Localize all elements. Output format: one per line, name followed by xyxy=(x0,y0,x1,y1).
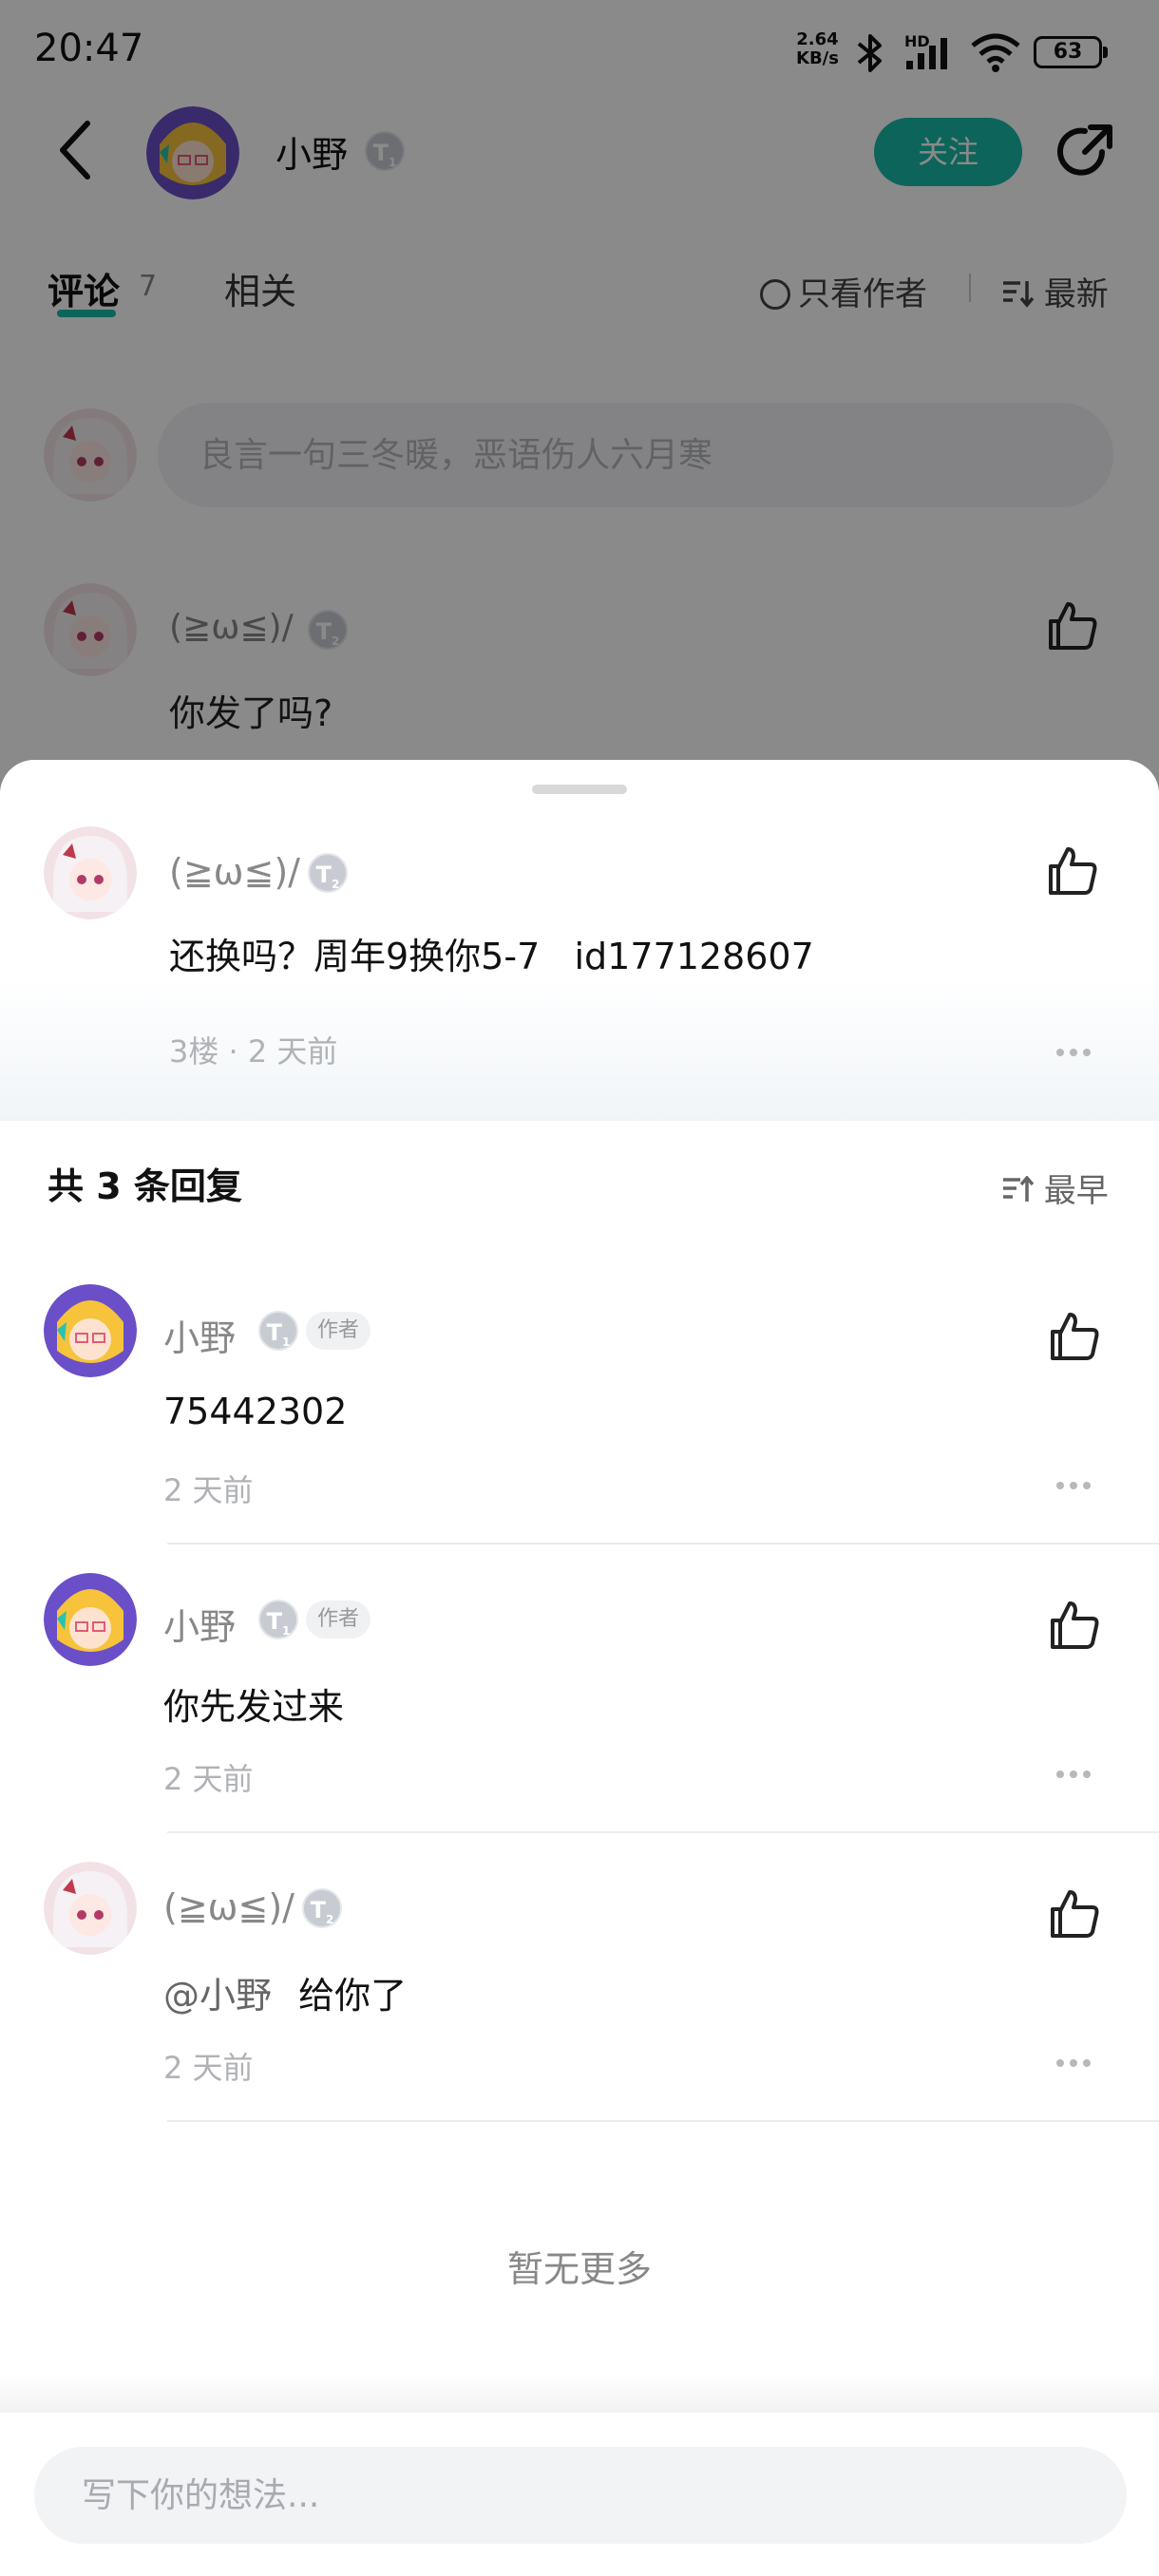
reply-text-row: @小野 给你了 xyxy=(163,1966,407,2018)
reply-count-title: 共 3 条回复 xyxy=(48,1165,242,1207)
main-comment-text: 还换吗？周年9换你5-7 id177128607 xyxy=(169,936,814,977)
reply-time: 2 天前 xyxy=(163,2050,254,2086)
like-icon[interactable] xyxy=(1047,1309,1102,1364)
reply-divider xyxy=(167,1543,1159,1544)
sheet-drag-handle[interactable] xyxy=(532,785,627,794)
reply-time: 2 天前 xyxy=(163,1472,254,1508)
mention-link[interactable]: @小野 xyxy=(163,1975,272,2017)
reply-author-name[interactable]: 小野 xyxy=(163,1309,236,1361)
main-comment-meta: 3楼 · 2 天前 xyxy=(169,1033,338,1070)
reply-author-name[interactable]: 小野 xyxy=(163,1598,236,1650)
app-root: 20:47 2.64 KB/s HD 63 小野 T1 关注 评论 7 相关 只… xyxy=(0,0,1159,2576)
level-badge: T1 xyxy=(258,1600,298,1639)
author-tag: 作者 xyxy=(306,1312,371,1350)
main-comment-author[interactable]: (≧ω≦)/ xyxy=(169,851,300,893)
like-icon[interactable] xyxy=(1047,1886,1102,1941)
reply-avatar[interactable] xyxy=(44,1573,137,1666)
more-dots-icon[interactable] xyxy=(1054,1047,1092,1058)
reply-divider xyxy=(167,1831,1159,1833)
main-comment-avatar[interactable] xyxy=(44,826,137,919)
reply-divider xyxy=(167,2120,1159,2122)
reply-input-bar xyxy=(0,2413,1159,2576)
reply-text: 你先发过来 xyxy=(163,1686,345,1728)
no-more-label: 暂无更多 xyxy=(506,2248,652,2290)
reply-time: 2 天前 xyxy=(163,1761,254,1797)
level-badge: T2 xyxy=(302,1888,342,1928)
like-icon[interactable] xyxy=(1047,1598,1102,1653)
sort-earliest-button[interactable]: 最早 xyxy=(1001,1165,1109,1211)
reply-author-name[interactable]: (≧ω≦)/ xyxy=(163,1886,294,1928)
reply-text: 给你了 xyxy=(298,1975,408,2017)
author-tag: 作者 xyxy=(306,1601,371,1638)
more-dots-icon[interactable] xyxy=(1054,1769,1092,1780)
more-dots-icon[interactable] xyxy=(1054,1480,1092,1491)
more-dots-icon[interactable] xyxy=(1054,2057,1092,2069)
bottom-bar-shadow xyxy=(0,2375,1159,2413)
reply-input[interactable] xyxy=(34,2447,1127,2544)
reply-avatar[interactable] xyxy=(44,1862,137,1955)
reply-avatar[interactable] xyxy=(44,1284,137,1377)
like-icon[interactable] xyxy=(1045,843,1100,899)
level-badge: T2 xyxy=(308,853,348,893)
replies-sheet: (≧ω≦)/ T2 还换吗？周年9换你5-7 id177128607 3楼 · … xyxy=(0,760,1159,2576)
level-badge: T1 xyxy=(258,1311,298,1351)
reply-text: 75442302 xyxy=(163,1391,348,1432)
sort-icon xyxy=(1003,1175,1035,1202)
